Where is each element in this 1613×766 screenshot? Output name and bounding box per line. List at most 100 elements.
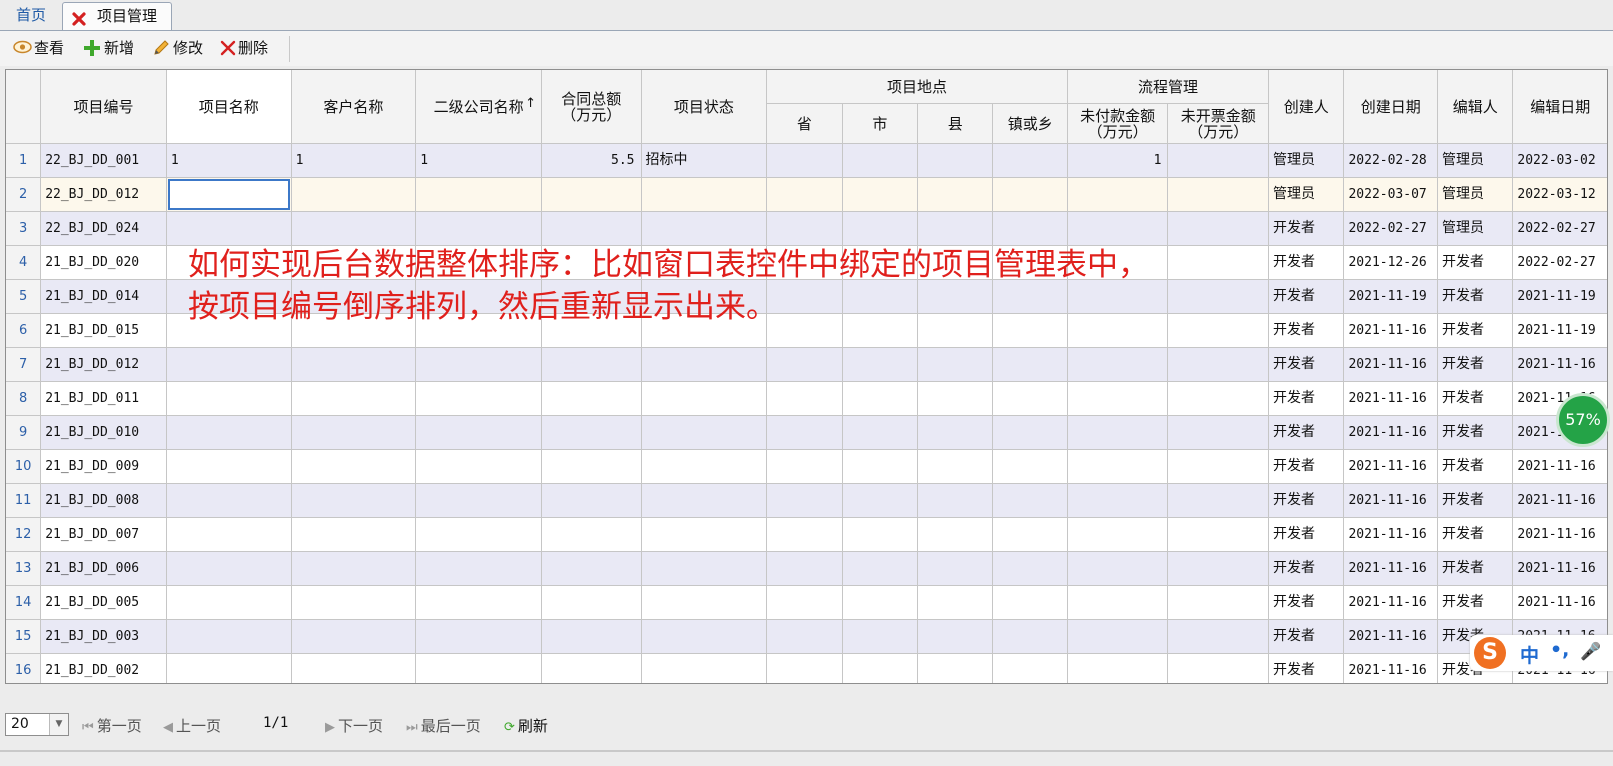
cell-created-date[interactable]: 2022-03-07: [1343, 177, 1438, 212]
cell-editor[interactable]: 开发者: [1436, 517, 1514, 552]
cell-contract-total[interactable]: [540, 347, 642, 382]
cell-project-name[interactable]: 1: [165, 143, 292, 178]
cell-project-no[interactable]: 21_BJ_DD_015: [40, 313, 167, 348]
cell-province[interactable]: [766, 211, 843, 246]
cell-status[interactable]: [640, 551, 768, 586]
cell-unpaid[interactable]: [1066, 483, 1169, 518]
cell-creator[interactable]: 开发者: [1268, 313, 1345, 348]
cell-edited-date[interactable]: 2021-11-16: [1512, 483, 1607, 518]
cell-sub-company[interactable]: [415, 381, 542, 416]
cell-contract-total[interactable]: [540, 449, 642, 484]
cell-town[interactable]: [992, 177, 1068, 212]
cell-customer-name[interactable]: [290, 177, 417, 212]
edit-button[interactable]: 修改: [152, 37, 208, 59]
cell-uninvoiced[interactable]: [1167, 653, 1270, 683]
cell-city[interactable]: [841, 653, 919, 683]
cell-edited-date[interactable]: 2022-02-27: [1512, 211, 1607, 246]
add-button[interactable]: 新增: [83, 37, 139, 59]
cell-city[interactable]: [841, 551, 919, 586]
cell-unpaid[interactable]: [1066, 347, 1169, 382]
cell-status[interactable]: [640, 381, 768, 416]
cell-county[interactable]: [917, 619, 994, 654]
cell-editor[interactable]: 管理员: [1436, 211, 1514, 246]
cell-editor[interactable]: 开发者: [1436, 585, 1514, 620]
cell-editor[interactable]: 管理员: [1436, 143, 1514, 178]
cell-city[interactable]: [841, 585, 919, 620]
cell-status[interactable]: [640, 177, 768, 212]
cell-status[interactable]: [640, 483, 768, 518]
cell-creator[interactable]: 管理员: [1268, 143, 1345, 178]
cell-status[interactable]: [640, 211, 768, 246]
cell-unpaid[interactable]: [1066, 619, 1169, 654]
table-row[interactable]: 1521_BJ_DD_003开发者2021-11-16开发者2021-11-16: [6, 619, 1607, 654]
cell-unpaid[interactable]: [1066, 517, 1169, 552]
cell-town[interactable]: [992, 143, 1068, 178]
cell-status[interactable]: 招标中: [640, 143, 768, 178]
cell-project-no[interactable]: 21_BJ_DD_007: [40, 517, 167, 552]
cell-unpaid[interactable]: [1066, 211, 1169, 246]
cell-city[interactable]: [841, 211, 919, 246]
refresh-button[interactable]: ⟳ 刷新: [504, 715, 548, 736]
page-size-select[interactable]: 20 ▼: [5, 713, 69, 736]
cell-unpaid[interactable]: [1066, 449, 1169, 484]
cell-town[interactable]: [992, 517, 1068, 552]
col-city[interactable]: 市: [841, 103, 919, 144]
cell-project-no[interactable]: 21_BJ_DD_010: [40, 415, 167, 450]
cell-created-date[interactable]: 2021-11-16: [1343, 619, 1438, 654]
cell-city[interactable]: [841, 143, 919, 178]
cell-creator[interactable]: 开发者: [1268, 585, 1345, 620]
cell-edited-date[interactable]: 2022-02-27: [1512, 245, 1607, 280]
cell-project-no[interactable]: 22_BJ_DD_024: [40, 211, 167, 246]
cell-creator[interactable]: 开发者: [1268, 211, 1345, 246]
cell-project-no[interactable]: 21_BJ_DD_002: [40, 653, 167, 683]
cell-creator[interactable]: 开发者: [1268, 619, 1345, 654]
col-uninvoiced[interactable]: 未开票金额 （万元）: [1167, 103, 1270, 144]
cell-edited-date[interactable]: 2021-11-16: [1512, 585, 1607, 620]
cell-city[interactable]: [841, 449, 919, 484]
cell-editor[interactable]: 开发者: [1436, 551, 1514, 586]
cell-sub-company[interactable]: [415, 177, 542, 212]
cell-creator[interactable]: 管理员: [1268, 177, 1345, 212]
cell-edited-date[interactable]: 2022-03-02: [1512, 143, 1607, 178]
cell-uninvoiced[interactable]: [1167, 483, 1270, 518]
last-page-button[interactable]: ⏭ 最后一页: [406, 715, 481, 736]
cell-project-no[interactable]: 21_BJ_DD_011: [40, 381, 167, 416]
cell-uninvoiced[interactable]: [1167, 143, 1270, 178]
cell-created-date[interactable]: 2021-11-16: [1343, 517, 1438, 552]
table-row[interactable]: 8 21_BJ_DD_011 开发者 2021-11-16 开发者 2021-11-16: [6, 381, 1607, 416]
cell-edited-date[interactable]: 2021-11-19: [1512, 279, 1607, 314]
ime-punctuation-toggle[interactable]: •,: [1550, 639, 1569, 661]
cell-province[interactable]: [766, 347, 843, 382]
col-province[interactable]: 省: [766, 103, 843, 144]
table-row[interactable]: 12 21_BJ_DD_007 开发者 2021-11-16 开发者 2021-11-16: [6, 517, 1607, 552]
cell-contract-total[interactable]: [540, 619, 642, 654]
table-row[interactable]: 1 22_BJ_DD_001 1 1 1 5.5 招标中 1 管理员 2022-02-28 管理员 2…: [6, 143, 1607, 178]
cell-created-date[interactable]: 2021-11-16: [1343, 483, 1438, 518]
cell-created-date[interactable]: 2021-11-16: [1343, 415, 1438, 450]
cell-town[interactable]: [992, 585, 1068, 620]
cell-project-name[interactable]: [165, 653, 292, 683]
col-creator[interactable]: 创建人: [1268, 70, 1345, 144]
cell-editor[interactable]: 开发者: [1436, 415, 1514, 450]
cell-county[interactable]: [917, 449, 994, 484]
cell-customer-name[interactable]: [290, 619, 417, 654]
cell-contract-total[interactable]: 5.5: [540, 143, 642, 178]
cell-edited-date[interactable]: 2021-11-19: [1512, 313, 1607, 348]
cell-town[interactable]: [992, 381, 1068, 416]
next-page-button[interactable]: ▶ 下一页: [325, 715, 383, 736]
col-created-date[interactable]: 创建日期: [1343, 70, 1438, 144]
cell-contract-total[interactable]: [540, 551, 642, 586]
cell-province[interactable]: [766, 483, 843, 518]
cell-created-date[interactable]: 2021-11-16: [1343, 381, 1438, 416]
cell-status[interactable]: [640, 653, 768, 683]
cell-project-name[interactable]: [165, 177, 292, 212]
cell-unpaid[interactable]: 1: [1066, 143, 1169, 178]
cell-editor[interactable]: 管理员: [1436, 177, 1514, 212]
cell-creator[interactable]: 开发者: [1268, 517, 1345, 552]
cell-project-name[interactable]: [165, 517, 292, 552]
cell-project-no[interactable]: 21_BJ_DD_020: [40, 245, 167, 280]
cell-unpaid[interactable]: [1066, 415, 1169, 450]
cell-created-date[interactable]: 2022-02-28: [1343, 143, 1438, 178]
cell-created-date[interactable]: 2021-11-16: [1343, 449, 1438, 484]
cell-project-no[interactable]: 21_BJ_DD_012: [40, 347, 167, 382]
